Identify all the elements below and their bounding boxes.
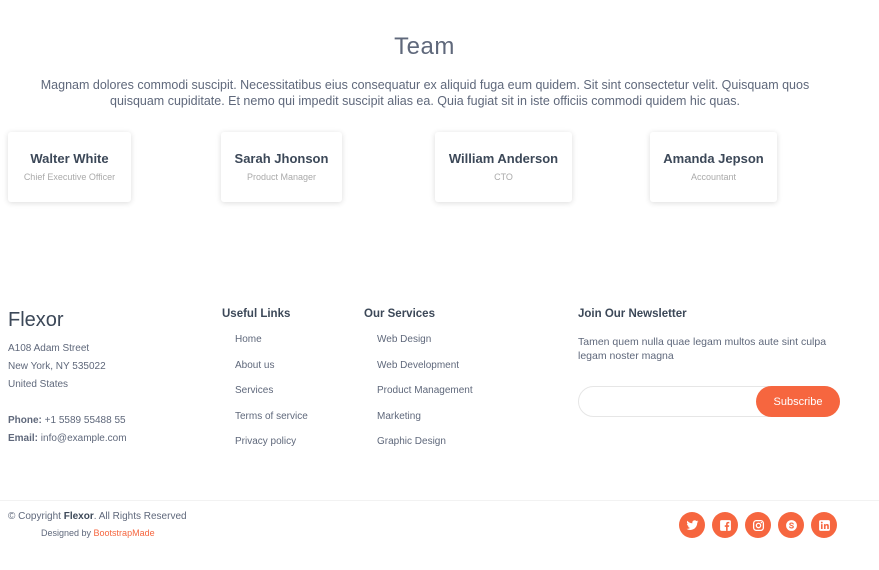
- team-member-card: William Anderson CTO: [435, 132, 572, 202]
- subscribe-button[interactable]: Subscribe: [756, 386, 840, 417]
- list-item: Terms of service: [235, 410, 308, 436]
- designer-link[interactable]: BootstrapMade: [94, 528, 155, 538]
- skype-icon[interactable]: [778, 512, 804, 538]
- member-role: Accountant: [690, 172, 737, 182]
- member-name: Sarah Jhonson: [234, 151, 329, 166]
- member-role: Chief Executive Officer: [23, 172, 116, 182]
- footer-link-services[interactable]: Services: [235, 385, 273, 396]
- newsletter-text: Tamen quem nulla quae legam multos aute …: [578, 336, 827, 362]
- footer-link-home[interactable]: Home: [235, 334, 262, 345]
- member-name: William Anderson: [448, 151, 559, 166]
- email-label: Email:: [8, 433, 39, 444]
- member-role: CTO: [494, 172, 513, 182]
- list-item: Privacy policy: [235, 435, 308, 461]
- list-item: Home: [235, 333, 308, 359]
- phone-line: Phone: +1 5589 55488 55: [8, 412, 127, 430]
- copyright-suffix: . All Rights Reserved: [93, 511, 187, 522]
- service-link-marketing[interactable]: Marketing: [377, 411, 421, 422]
- team-member-card: Sarah Jhonson Product Manager: [221, 132, 342, 202]
- linkedin-icon-glyph: [818, 519, 830, 531]
- instagram-icon-glyph: [752, 519, 764, 531]
- twitter-icon[interactable]: [679, 512, 705, 538]
- list-item: About us: [235, 359, 308, 385]
- newsletter-title: Join Our Newsletter: [578, 308, 687, 320]
- team-description: Magnam dolores commodi suscipit. Necessi…: [40, 78, 810, 108]
- team-member-card: Amanda Jepson Accountant: [650, 132, 777, 202]
- address-line: New York, NY 535022: [8, 361, 106, 372]
- address-line: A108 Adam Street: [8, 343, 90, 354]
- list-item: Web Design: [377, 333, 473, 359]
- email-line: Email: info@example.com: [8, 430, 127, 448]
- member-role: Product Manager: [246, 172, 317, 182]
- footer-link-about[interactable]: About us: [235, 360, 274, 371]
- team-title: Team: [394, 33, 455, 60]
- service-link-web-development[interactable]: Web Development: [377, 360, 459, 371]
- list-item: Services: [235, 384, 308, 410]
- credits-label: Designed by: [41, 528, 94, 538]
- service-link-product-management[interactable]: Product Management: [377, 385, 473, 396]
- email-value: info@example.com: [40, 433, 127, 444]
- footer-brand: Flexor: [8, 309, 64, 331]
- member-name: Amanda Jepson: [663, 151, 764, 166]
- useful-links-title: Useful Links: [222, 308, 291, 320]
- services-list: Web Design Web Development Product Manag…: [377, 333, 473, 461]
- phone-value: +1 5589 55488 55: [44, 415, 126, 426]
- linkedin-icon[interactable]: [811, 512, 837, 538]
- address-line: United States: [8, 379, 69, 390]
- newsletter-form: Subscribe: [578, 386, 840, 417]
- footer-link-terms[interactable]: Terms of service: [235, 411, 308, 422]
- twitter-icon-glyph: [686, 519, 698, 530]
- list-item: Web Development: [377, 359, 473, 385]
- newsletter-email-input[interactable]: [585, 391, 750, 412]
- list-item: Graphic Design: [377, 435, 473, 461]
- member-name: Walter White: [30, 151, 109, 166]
- phone-label: Phone:: [8, 415, 42, 426]
- facebook-icon[interactable]: [712, 512, 738, 538]
- useful-links-list: Home About us Services Terms of service …: [235, 333, 308, 461]
- service-link-graphic-design[interactable]: Graphic Design: [377, 436, 446, 447]
- list-item: Marketing: [377, 410, 473, 436]
- footer-address: A108 Adam Street New York, NY 535022 Uni…: [8, 340, 127, 448]
- copyright-prefix: © Copyright: [8, 511, 64, 522]
- skype-icon-glyph: [785, 519, 797, 531]
- list-item: Product Management: [377, 384, 473, 410]
- copyright-brand: Flexor: [63, 511, 94, 522]
- copyright: © Copyright Flexor. All Rights Reserved: [8, 511, 187, 522]
- service-link-web-design[interactable]: Web Design: [377, 334, 431, 345]
- instagram-icon[interactable]: [745, 512, 771, 538]
- team-member-card: Walter White Chief Executive Officer: [8, 132, 131, 202]
- facebook-icon-glyph: [719, 519, 731, 531]
- services-title: Our Services: [364, 308, 435, 320]
- credits: Designed by BootstrapMade: [41, 528, 155, 538]
- footer-link-privacy[interactable]: Privacy policy: [235, 436, 296, 447]
